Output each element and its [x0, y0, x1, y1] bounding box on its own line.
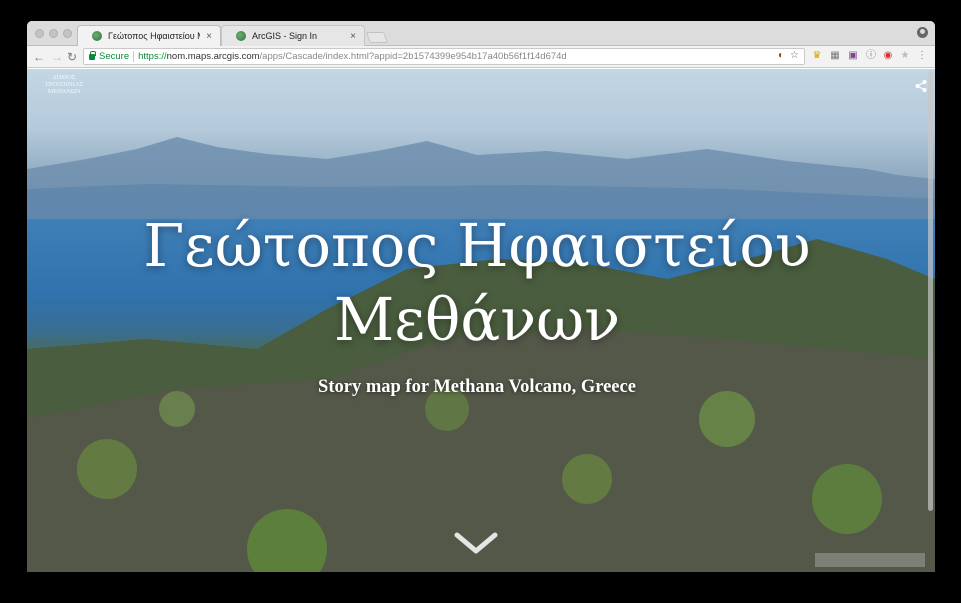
layers-extension-icon[interactable]: ▣ — [847, 50, 859, 62]
url-scheme: https:// — [138, 51, 167, 62]
tab-title: ArcGIS - Sign In — [252, 31, 318, 41]
arcgis-favicon-icon — [92, 31, 102, 41]
red-extension-icon[interactable]: ◉ — [882, 50, 894, 62]
story-title: Γεώτοπος Ηφαιστείου Μεθάνων — [27, 209, 927, 357]
back-icon[interactable]: ← — [33, 49, 45, 65]
vertical-scrollbar[interactable] — [928, 71, 933, 511]
profile-icon[interactable] — [917, 27, 928, 38]
story-subtitle: Story map for Methana Volcano, Greece — [318, 377, 636, 397]
url-host: nom.maps.arcgis.com — [166, 51, 260, 62]
story-map-cover: ΔΗΜΟΣ ΤΡΟΙΖΗΝΙΑΣ ΜΕΘΑΝΩΝ Γεώτοπος Ηφαιστ… — [27, 69, 935, 572]
tab-methana[interactable]: Γεώτοπος Ηφαιστείου Μεθάνων × — [77, 25, 221, 46]
distant-mountains-image — [27, 137, 935, 219]
tab-strip: Γεώτοπος Ηφαιστείου Μεθάνων × ArcGIS - S… — [27, 21, 935, 46]
info-extension-icon[interactable]: ⓘ — [865, 50, 877, 62]
browser-toolbar: ← → ↻ Secure https:// nom.maps.arcgis.co… — [27, 46, 935, 68]
browser-window: Γεώτοπος Ηφαιστείου Μεθάνων × ArcGIS - S… — [27, 21, 935, 572]
arcgis-favicon-icon — [236, 31, 246, 41]
forward-icon[interactable]: → — [51, 49, 63, 65]
address-bar[interactable]: Secure https:// nom.maps.arcgis.com /app… — [83, 48, 805, 65]
divider — [133, 51, 135, 62]
url-path: /apps/Cascade/index.html?appid=2b1574399… — [259, 51, 567, 62]
chevron-down-icon[interactable] — [453, 529, 499, 557]
caption-overlay — [815, 553, 925, 567]
municipality-logo: ΔΗΜΟΣ ΤΡΟΙΖΗΝΙΑΣ ΜΕΘΑΝΩΝ — [44, 74, 84, 95]
tab-close-icon[interactable]: × — [350, 31, 356, 42]
share-icon[interactable] — [914, 79, 928, 93]
star-icon[interactable]: ☆ — [790, 50, 799, 61]
zoom-window-button[interactable] — [63, 29, 72, 38]
puzzle-extension-icon[interactable]: ▦ — [829, 50, 841, 62]
close-window-button[interactable] — [35, 29, 44, 38]
bookmark-extension-icon[interactable]: ★ — [899, 50, 911, 62]
story-title-line-2: Μεθάνων — [333, 285, 621, 354]
reload-icon[interactable]: ↻ — [67, 49, 77, 65]
new-tab-button[interactable] — [365, 32, 389, 43]
translate-icon[interactable]: ◐ — [778, 50, 784, 61]
tab-title: Γεώτοπος Ηφαιστείου Μεθάνων — [108, 31, 200, 41]
story-title-line-1: Γεώτοπος Ηφαιστείου — [143, 211, 811, 280]
tab-arcgis-sign-in[interactable]: ArcGIS - Sign In × — [221, 25, 365, 46]
minimize-window-button[interactable] — [49, 29, 58, 38]
crown-extension-icon[interactable]: ♛ — [811, 50, 823, 62]
tab-close-icon[interactable]: × — [206, 31, 212, 42]
lock-icon — [89, 50, 96, 60]
menu-icon[interactable]: ⋮ — [916, 50, 928, 62]
secure-label: Secure — [99, 51, 130, 62]
